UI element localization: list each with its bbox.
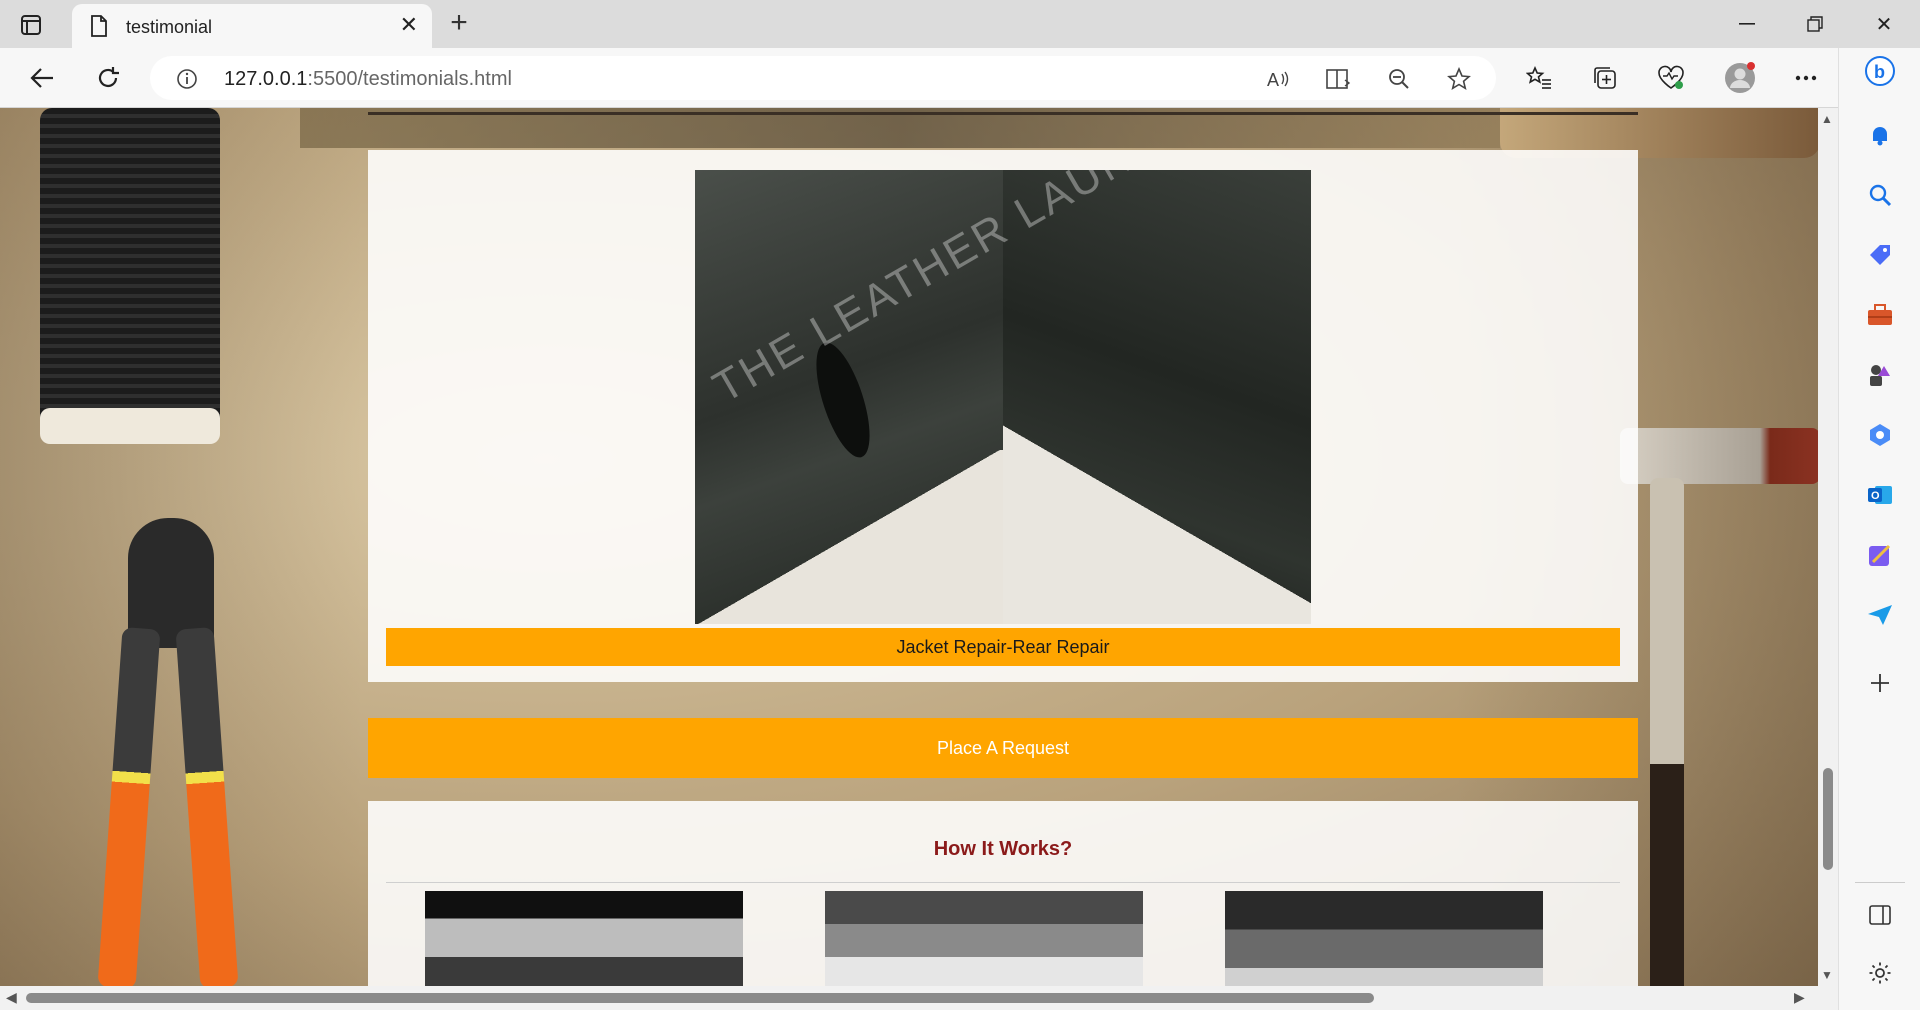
toolbox-icon[interactable] [1865, 300, 1895, 330]
testimonial-card: THE LEATHER LAUNDRY Jacket Repair-Rear R… [368, 150, 1638, 682]
background-spool-base [40, 408, 220, 444]
tab-title: testimonial [126, 17, 213, 37]
office-icon[interactable] [1865, 420, 1895, 450]
scroll-up-icon[interactable]: ▲ [1821, 112, 1833, 126]
read-aloud-icon[interactable]: A [1266, 66, 1292, 92]
minimize-button[interactable] [1727, 10, 1767, 38]
step-image-typewriter [425, 891, 743, 986]
svg-text:O: O [1871, 490, 1880, 502]
profile-avatar[interactable] [1724, 62, 1756, 94]
address-bar[interactable]: 127.0.0.1:5500/testimonials.html A [150, 56, 1496, 100]
collections-icon[interactable] [1589, 62, 1621, 94]
sidebar-layout-icon[interactable] [1865, 900, 1895, 930]
vertical-scroll-thumb[interactable] [1823, 768, 1833, 870]
close-window-button[interactable]: ✕ [1864, 10, 1904, 38]
refresh-icon[interactable] [92, 62, 124, 94]
sidebar-divider [1855, 882, 1905, 883]
section-divider [386, 882, 1620, 883]
browser-essentials-icon[interactable] [1655, 62, 1687, 94]
new-tab-button[interactable]: + [444, 8, 474, 38]
place-request-button[interactable]: Place A Request [368, 718, 1638, 778]
step-image-envelope [825, 891, 1143, 986]
favorites-icon[interactable] [1523, 62, 1555, 94]
testimonial-photo: THE LEATHER LAUNDRY [695, 170, 1311, 624]
more-options-icon[interactable] [1790, 62, 1822, 94]
games-icon[interactable] [1865, 360, 1895, 390]
scroll-left-icon[interactable]: ◀ [6, 989, 17, 1006]
close-tab-icon[interactable]: ✕ [400, 14, 418, 36]
browser-tab[interactable]: testimonial ✕ [72, 4, 432, 48]
send-icon[interactable] [1865, 600, 1895, 630]
section-divider [368, 112, 1638, 115]
immersive-reader-icon[interactable] [1326, 66, 1352, 92]
background-hammer-head [1620, 428, 1818, 484]
tab-actions-icon[interactable] [16, 10, 46, 40]
back-icon[interactable] [26, 62, 58, 94]
background-thread-spool [40, 108, 220, 438]
vertical-scrollbar[interactable]: ▲ ▼ [1818, 108, 1838, 986]
site-info-icon[interactable] [176, 68, 198, 95]
step-image-telephone [1225, 891, 1543, 986]
shopping-tag-icon[interactable] [1865, 240, 1895, 270]
svg-text:b: b [1874, 62, 1885, 82]
search-icon[interactable] [1865, 180, 1895, 210]
add-icon[interactable] [1865, 668, 1895, 698]
scroll-right-icon[interactable]: ▶ [1794, 989, 1805, 1006]
bell-icon[interactable] [1865, 120, 1895, 150]
background-pliers-handle [97, 627, 161, 986]
horizontal-scrollbar[interactable]: ◀ ▶ [0, 986, 1838, 1010]
restore-button[interactable] [1795, 10, 1835, 38]
url-text: 127.0.0.1:5500/testimonials.html [224, 68, 512, 90]
page-viewport: THE LEATHER LAUNDRY Jacket Repair-Rear R… [0, 108, 1818, 986]
svg-text:A: A [1267, 70, 1279, 89]
photo-background [695, 450, 1003, 624]
outlook-icon[interactable]: O [1865, 480, 1895, 510]
background-hammer-handle [1650, 478, 1684, 986]
photo-background [1003, 420, 1311, 624]
browser-toolbar: 127.0.0.1:5500/testimonials.html A [0, 48, 1920, 108]
settings-icon[interactable] [1865, 958, 1895, 988]
how-it-works-title: How It Works? [933, 838, 1073, 860]
background-pliers-handle [175, 627, 239, 986]
edge-sidebar: b O [1838, 48, 1920, 1010]
tab-bar: testimonial ✕ + ✕ [0, 0, 1920, 48]
page-icon [90, 15, 108, 42]
testimonial-caption: Jacket Repair-Rear Repair [386, 628, 1620, 666]
favorite-star-icon[interactable] [1446, 66, 1472, 92]
scroll-down-icon[interactable]: ▼ [1821, 968, 1833, 982]
zoom-out-icon[interactable] [1386, 66, 1412, 92]
how-it-works-section: How It Works? [368, 801, 1638, 986]
bing-copilot-icon[interactable]: b [1865, 56, 1895, 86]
designer-icon[interactable] [1865, 540, 1895, 570]
horizontal-scroll-thumb[interactable] [26, 993, 1374, 1003]
